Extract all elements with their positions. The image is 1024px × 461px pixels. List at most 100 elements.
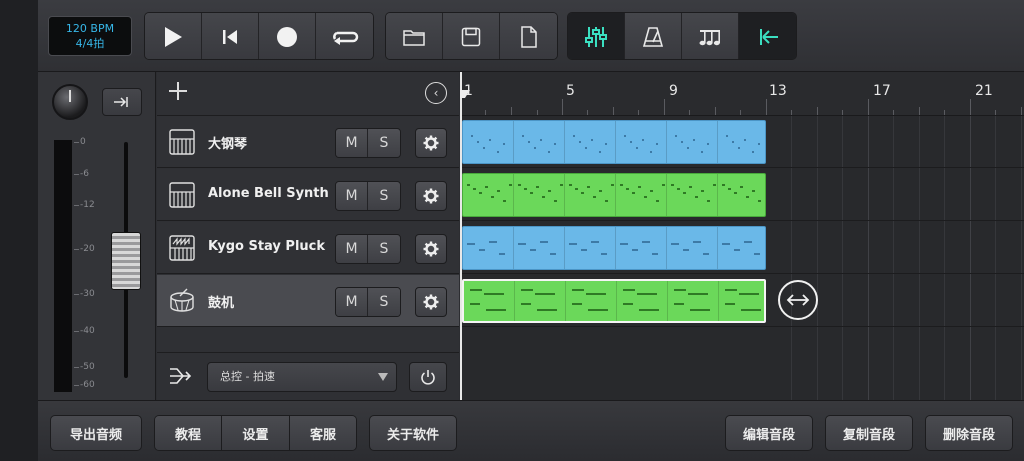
solo-button[interactable]: S: [368, 288, 400, 316]
bpm-value: 120 BPM: [65, 22, 115, 35]
signal-route-icon: [114, 97, 128, 107]
playhead-marker-icon[interactable]: [460, 90, 470, 98]
tempo-display[interactable]: 120 BPM 4/4拍: [48, 16, 132, 56]
db-label: 0: [80, 137, 86, 147]
settings-button[interactable]: 设置: [222, 416, 290, 450]
playhead[interactable]: [460, 72, 462, 400]
db-label: -50: [80, 362, 95, 372]
track-list: ‹ 大钢琴 M S Alone Bell Synth M S Kygo Stay…: [157, 72, 459, 400]
track-settings-button[interactable]: [415, 234, 447, 264]
view-controls: [567, 12, 797, 60]
master-select-label: 总控 - 拍速: [220, 370, 275, 383]
drum-icon: [170, 288, 194, 312]
solo-button[interactable]: S: [368, 129, 400, 157]
solo-button[interactable]: S: [368, 235, 400, 263]
track-list-header: ‹: [157, 72, 459, 116]
track-row[interactable]: Alone Bell Synth M S: [157, 169, 459, 221]
mute-solo-group: M S: [335, 128, 401, 158]
master-tempo-select[interactable]: 总控 - 拍速: [207, 362, 397, 392]
mute-button[interactable]: M: [336, 182, 368, 210]
record-button[interactable]: [259, 13, 316, 59]
gear-icon: [423, 294, 439, 310]
save-icon: [461, 27, 481, 47]
synth-keyboard-icon: [169, 235, 195, 261]
horizontal-resize-icon: [786, 294, 810, 306]
clip-notes: [467, 174, 761, 216]
open-button[interactable]: [386, 13, 443, 59]
bottom-action-bar: 导出音频 教程 设置 客服 关于软件 编辑音段 复制音段 删除音段: [38, 400, 1024, 461]
db-label: -6: [80, 169, 89, 179]
track-name: 大钢琴: [208, 137, 248, 152]
volume-fader-handle[interactable]: [111, 232, 141, 290]
track-name: Alone Bell Synth: [208, 186, 329, 201]
notes-button[interactable]: [682, 13, 739, 59]
track-lane[interactable]: [460, 116, 1024, 168]
collapse-panel-icon[interactable]: ‹: [425, 82, 447, 104]
delete-clip-button[interactable]: 删除音段: [925, 415, 1013, 451]
gear-icon: [423, 135, 439, 151]
level-meter: [54, 140, 72, 392]
track-lane[interactable]: [460, 169, 1024, 221]
signal-route-icon: [170, 368, 192, 384]
rewind-button[interactable]: [202, 13, 259, 59]
pan-knob[interactable]: [52, 84, 88, 120]
bar-number: 17: [873, 83, 891, 99]
edit-clip-button[interactable]: 编辑音段: [725, 415, 813, 451]
gear-icon: [423, 241, 439, 257]
resize-clip-handle[interactable]: [778, 280, 818, 320]
play-icon: [165, 27, 182, 47]
track-name: 鼓机: [208, 296, 235, 311]
piano-icon: [169, 129, 195, 155]
mute-button[interactable]: M: [336, 288, 368, 316]
track-lane[interactable]: [460, 222, 1024, 274]
mute-button[interactable]: M: [336, 235, 368, 263]
copy-clip-button[interactable]: 复制音段: [825, 415, 913, 451]
top-toolbar: 120 BPM 4/4拍: [38, 0, 1024, 72]
mixer-button[interactable]: [568, 13, 625, 59]
help-button-group: 教程 设置 客服: [154, 415, 357, 451]
track-row[interactable]: 大钢琴 M S: [157, 116, 459, 168]
about-button[interactable]: 关于软件: [369, 415, 457, 451]
save-button[interactable]: [443, 13, 500, 59]
track-row-selected[interactable]: 鼓机 M S: [157, 275, 459, 327]
audio-clip[interactable]: [462, 173, 766, 217]
mixer-panel: 0 -6 -12 -20 -30 -40 -50 -60: [38, 72, 156, 400]
master-track: 总控 - 拍速: [157, 352, 459, 400]
db-label: -60: [80, 380, 95, 390]
track-settings-button[interactable]: [415, 181, 447, 211]
mute-button[interactable]: M: [336, 129, 368, 157]
loop-button[interactable]: [316, 13, 373, 59]
track-settings-button[interactable]: [415, 128, 447, 158]
clip-notes: [470, 281, 761, 321]
mute-solo-group: M S: [335, 234, 401, 264]
gear-icon: [423, 188, 439, 204]
bar-ruler[interactable]: 1 5 9 13 17 21: [460, 72, 1024, 116]
metronome-button[interactable]: [625, 13, 682, 59]
support-button[interactable]: 客服: [290, 416, 356, 450]
power-button[interactable]: [409, 362, 447, 392]
mixer-sliders-icon: [585, 27, 607, 47]
db-label: -30: [80, 289, 95, 299]
add-track-icon[interactable]: [167, 80, 189, 102]
track-lane-selected[interactable]: [460, 275, 1024, 327]
track-row[interactable]: Kygo Stay Pluck M S: [157, 222, 459, 274]
tutorial-button[interactable]: 教程: [155, 416, 222, 450]
skip-to-start-icon: [223, 30, 237, 44]
export-audio-button[interactable]: 导出音频: [50, 415, 142, 451]
snap-to-start-icon: [759, 29, 778, 45]
db-scale: 0 -6 -12 -20 -30 -40 -50 -60: [74, 137, 114, 394]
track-settings-button[interactable]: [415, 287, 447, 317]
snap-button[interactable]: [739, 13, 796, 59]
play-button[interactable]: [145, 13, 202, 59]
mute-solo-group: M S: [335, 181, 401, 211]
new-file-button[interactable]: [500, 13, 557, 59]
solo-button[interactable]: S: [368, 182, 400, 210]
selected-audio-clip[interactable]: [462, 279, 766, 323]
metronome-icon: [642, 27, 664, 47]
audio-clip[interactable]: [462, 120, 766, 164]
dropdown-arrow-icon: [378, 373, 388, 381]
fx-route-button[interactable]: [102, 88, 142, 116]
audio-clip[interactable]: [462, 226, 766, 270]
arrangement-timeline[interactable]: 1 5 9 13 17 21: [460, 72, 1024, 400]
bar-number: 5: [566, 83, 575, 99]
